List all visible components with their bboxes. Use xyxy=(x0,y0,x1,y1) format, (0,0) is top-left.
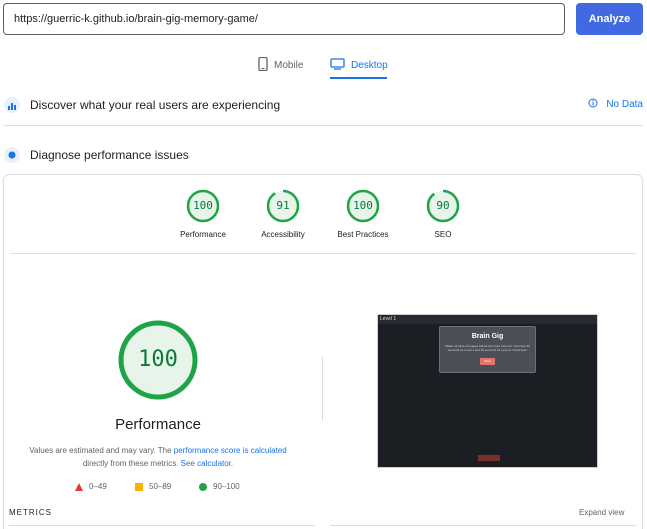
legend-label: 50–89 xyxy=(149,482,172,491)
tab-mobile[interactable]: Mobile xyxy=(258,52,303,78)
no-data-indicator[interactable]: No Data xyxy=(588,98,643,111)
square-icon xyxy=(135,482,143,491)
real-users-section[interactable]: Discover what your real users are experi… xyxy=(4,95,280,115)
vertical-divider xyxy=(322,357,323,421)
no-data-label: No Data xyxy=(606,99,643,110)
score-label: Performance xyxy=(180,230,226,239)
tab-desktop-label: Desktop xyxy=(351,59,388,71)
monitor-icon xyxy=(330,57,345,73)
score-value: 91 xyxy=(276,199,290,212)
legend-average: 50–89 xyxy=(135,482,171,491)
legend-pass: 90–100 xyxy=(199,482,240,491)
screenshot-modal-title: Brain Gig xyxy=(471,333,504,340)
performance-title: Performance xyxy=(115,416,201,433)
gauge: 90 xyxy=(425,188,461,224)
legend-label: 0–49 xyxy=(89,482,107,491)
legend-label: 90–100 xyxy=(213,482,240,491)
gauge: 91 xyxy=(265,188,301,224)
phone-icon xyxy=(258,56,268,74)
legend-fail: 0–49 xyxy=(75,482,107,491)
tab-active-indicator xyxy=(330,77,387,79)
expand-view-button[interactable]: Expand view xyxy=(579,508,624,517)
metrics-divider xyxy=(330,525,636,526)
score-value: 90 xyxy=(436,199,450,212)
info-icon xyxy=(588,98,598,111)
note-text: directly from these metrics. xyxy=(82,459,181,468)
score-performance[interactable]: 100 Performance xyxy=(163,188,243,239)
score-calculated-link[interactable]: performance score is calculated xyxy=(174,446,287,455)
card-divider xyxy=(10,253,636,254)
score-label: Best Practices xyxy=(337,230,389,239)
triangle-icon xyxy=(75,482,83,491)
score-seo[interactable]: 90 SEO xyxy=(403,188,483,239)
note-text: Values are estimated and may vary. The xyxy=(29,446,174,455)
score-value: 100 xyxy=(353,199,373,212)
diagnose-heading: Diagnose performance issues xyxy=(30,148,189,162)
tab-desktop[interactable]: Desktop xyxy=(330,52,388,78)
circle-icon xyxy=(199,482,207,491)
score-best-practices[interactable]: 100 Best Practices xyxy=(323,188,403,239)
screenshot-modal-button: Start xyxy=(480,358,495,365)
score-note: Values are estimated and may vary. The p… xyxy=(20,444,296,470)
score-label: SEO xyxy=(434,230,452,239)
screenshot-modal-text: Match all pairs of images before the tim… xyxy=(445,344,530,352)
people-icon xyxy=(4,97,20,113)
see-calculator-link[interactable]: See calculator. xyxy=(181,459,233,468)
metrics-heading: METRICS xyxy=(9,508,52,517)
gauge: 100 xyxy=(185,188,221,224)
diagnose-icon xyxy=(4,147,20,163)
score-accessibility[interactable]: 91 Accessibility xyxy=(243,188,323,239)
screenshot-footer-button xyxy=(478,455,500,461)
screenshot-header xyxy=(378,315,597,324)
performance-score: 100 xyxy=(138,347,178,372)
divider xyxy=(4,125,643,126)
metrics-divider xyxy=(9,525,315,526)
diagnose-section: Diagnose performance issues xyxy=(4,145,189,165)
analyze-button[interactable]: Analyze xyxy=(576,3,643,35)
screenshot-level: Level 1 xyxy=(380,316,397,322)
gauge: 100 xyxy=(345,188,381,224)
real-users-heading: Discover what your real users are experi… xyxy=(30,98,281,112)
url-input[interactable] xyxy=(3,3,565,35)
score-label: Accessibility xyxy=(261,230,305,239)
score-value: 100 xyxy=(193,199,213,212)
tab-mobile-label: Mobile xyxy=(274,59,304,71)
